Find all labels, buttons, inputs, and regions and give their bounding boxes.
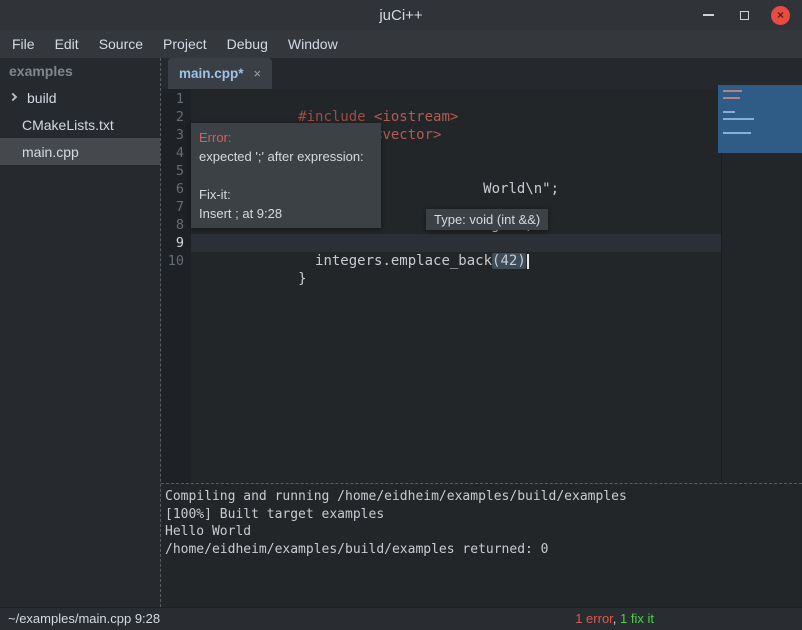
include-header: <vector> [374,127,441,143]
main-body: examples build CMakeLists.txt main.cpp m… [0,58,802,607]
maximize-icon [740,11,749,20]
line-number: 3 [161,126,191,144]
bracket-match-highlight: (42) [492,253,526,269]
minimize-button[interactable] [699,6,718,25]
code-text: integers.emplace_back [298,253,492,269]
line-number: 10 [161,252,191,270]
code-line-1[interactable]: #include <iostream> [191,90,802,108]
status-separator: , [613,611,620,626]
fixit-title: Fix-it: [199,185,373,204]
minimap-line [723,118,754,120]
editor-column: main.cpp* × 1 2 3 4 5 6 7 8 9 10 [160,58,802,607]
close-button[interactable]: × [771,6,790,25]
line-number: 5 [161,162,191,180]
minimap[interactable] [718,85,802,153]
close-icon: × [777,6,784,25]
fixit-action: Insert ; at 9:28 [199,204,373,223]
minimap-line [723,132,751,134]
menu-edit[interactable]: Edit [45,30,89,58]
minimap-line [723,97,740,99]
line-number: 2 [161,108,191,126]
tree-item-label: CMakeLists.txt [22,117,114,133]
tree-item-label: main.cpp [22,144,79,160]
minimize-icon [703,14,714,16]
diagnostic-tooltip: Error: expected ';' after expression: Fi… [191,123,381,228]
line-number: 7 [161,198,191,216]
tab-close-icon[interactable]: × [254,66,262,81]
type-info-tooltip: Type: void (int &&) [426,209,548,230]
text-cursor [527,254,529,269]
menu-window[interactable]: Window [278,30,348,58]
tab-label: main.cpp* [179,66,244,81]
menu-source[interactable]: Source [89,30,153,58]
output-line: /home/eidheim/examples/build/examples re… [165,541,802,559]
tab-main-cpp[interactable]: main.cpp* × [168,58,272,89]
code-editor[interactable]: 1 2 3 4 5 6 7 8 9 10 #include <iostream> [161,89,802,483]
status-error-count: 1 error [575,611,613,626]
line-number-gutter: 1 2 3 4 5 6 7 8 9 10 [161,89,191,483]
code-text: } [298,271,306,287]
minimap-gap [718,99,802,106]
diagnostic-message: expected ';' after expression: [199,147,373,166]
line-number: 1 [161,90,191,108]
tree-item-build[interactable]: build [0,84,160,111]
menubar: File Edit Source Project Debug Window [0,30,802,58]
window-controls: × [699,0,790,30]
menu-debug[interactable]: Debug [217,30,278,58]
minimap-gap [718,120,802,127]
status-diagnostics: 1 error, 1 fix it [575,608,654,630]
code-fragment: World\n"; [483,181,559,197]
status-fixit-count: 1 fix it [620,611,654,626]
output-line: Hello World [165,523,802,541]
tree-item-main-cpp[interactable]: main.cpp [0,138,160,165]
titlebar: juCi++ × [0,0,802,30]
output-pane[interactable]: Compiling and running /home/eidheim/exam… [161,483,802,607]
status-file-position: ~/examples/main.cpp 9:28 [8,608,160,630]
file-tree-sidebar: examples build CMakeLists.txt main.cpp [0,58,160,607]
line-number: 4 [161,144,191,162]
line-number-current: 9 [161,234,191,252]
menu-project[interactable]: Project [153,30,217,58]
line-number: 6 [161,180,191,198]
diagnostic-spacer [199,166,373,185]
chevron-right-icon[interactable] [9,93,17,101]
menu-file[interactable]: File [2,30,45,58]
statusbar: ~/examples/main.cpp 9:28 1 error, 1 fix … [0,607,802,630]
include-header: <iostream> [374,109,458,125]
project-folder-label: examples [0,58,160,84]
tree-item-label: build [27,90,57,106]
window-title: juCi++ [379,7,422,24]
line-number: 8 [161,216,191,234]
diagnostic-title: Error: [199,128,373,147]
output-line: Compiling and running /home/eidheim/exam… [165,488,802,506]
minimap-line [723,111,735,113]
maximize-button[interactable] [735,6,754,25]
tree-item-cmakelists[interactable]: CMakeLists.txt [0,111,160,138]
tabbar: main.cpp* × [161,58,802,89]
output-line: [100%] Built target examples [165,506,802,524]
app-window: juCi++ × File Edit Source Project Debug … [0,0,802,630]
minimap-line [723,90,742,92]
